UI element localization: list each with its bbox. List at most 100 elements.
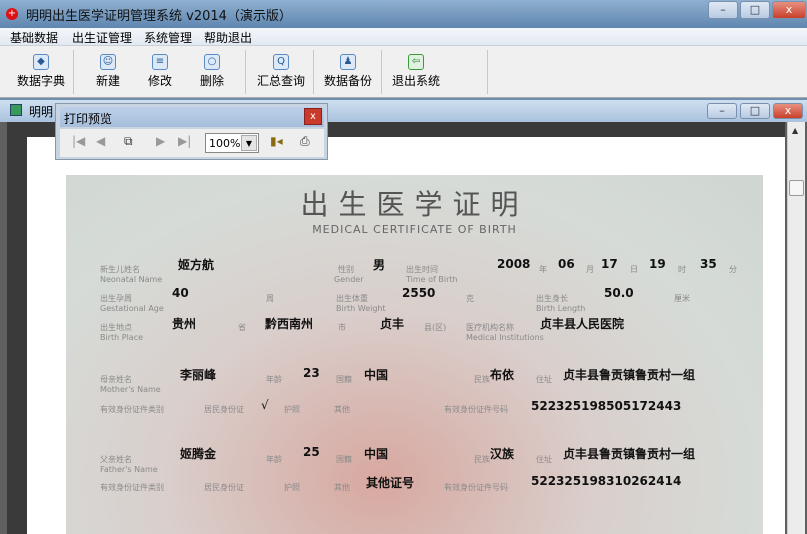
- summary-query-button[interactable]: Q 汇总查询: [255, 50, 307, 94]
- label: 住址: [536, 375, 552, 384]
- scroll-up-icon[interactable]: ▲: [792, 126, 798, 135]
- label: 分: [729, 265, 737, 274]
- birth-county: 贞丰: [380, 317, 405, 331]
- label: 年龄: [266, 375, 282, 384]
- last-page-icon[interactable]: ▶|: [178, 134, 191, 148]
- print-preview-header[interactable]: 打印预览 x: [60, 107, 324, 127]
- zoom-value: 100%: [209, 137, 241, 150]
- edit-list-icon: ≡: [152, 54, 168, 70]
- menu-certificate[interactable]: 出生证管理: [72, 29, 132, 46]
- label: 民族: [474, 375, 490, 384]
- menu-system[interactable]: 系统管理: [144, 29, 192, 46]
- label: 日: [630, 265, 638, 274]
- birth-hour: 19: [649, 257, 666, 271]
- label: 年龄: [266, 455, 282, 464]
- label: Medical Institutions: [466, 333, 544, 342]
- zoom-select[interactable]: 100% ▼: [205, 133, 259, 153]
- chevron-down-icon[interactable]: ▼: [241, 135, 257, 151]
- scroll-thumb[interactable]: [789, 180, 804, 196]
- exit-system-button[interactable]: ⇦ 退出系统: [390, 50, 442, 94]
- father-age: 25: [303, 445, 320, 459]
- label: Birth Weight: [336, 304, 386, 313]
- label: 护照: [284, 405, 300, 414]
- mother-ethnic: 布依: [490, 368, 515, 382]
- maximize-button[interactable]: □: [740, 1, 770, 19]
- label: Neonatal Name: [100, 275, 163, 284]
- print-preview-title: 打印预览: [64, 112, 113, 126]
- label: 市: [338, 323, 346, 332]
- label: 有效身份证件号码: [444, 405, 508, 414]
- label: 医疗机构名称: [466, 323, 514, 332]
- multi-page-icon[interactable]: ⧉: [124, 134, 133, 149]
- print-preview-controls: |◀ ◀ ⧉ ▶ ▶| 100% ▼ ▮◂ ⎙: [60, 129, 324, 157]
- first-page-icon[interactable]: |◀: [72, 134, 85, 148]
- previous-page-icon[interactable]: ◀: [96, 134, 105, 148]
- data-dictionary-button[interactable]: ◆ 数据字典: [14, 50, 68, 94]
- mother-age: 23: [303, 366, 320, 380]
- close-button[interactable]: x: [772, 1, 806, 19]
- label: 有效身份证件类别: [100, 405, 164, 414]
- label: Gender: [334, 275, 364, 284]
- edit-button[interactable]: ≡ 修改: [142, 50, 178, 94]
- label: 民族: [474, 455, 490, 464]
- delete-button[interactable]: ○ 删除: [194, 50, 230, 94]
- printer-icon[interactable]: ⎙: [300, 134, 310, 149]
- print-preview-close-button[interactable]: x: [304, 108, 322, 125]
- new-person-icon: ☺: [100, 54, 116, 70]
- certificate-fields: 新生儿姓名 Neonatal Name 性别 Gender 出生时间 Time …: [66, 175, 763, 534]
- next-page-icon[interactable]: ▶: [156, 134, 165, 148]
- child-maximize-button[interactable]: □: [740, 103, 770, 119]
- birth-year: 2008: [497, 257, 531, 271]
- medical-institution: 贞丰县人民医院: [540, 317, 625, 331]
- label: 出生时间: [406, 265, 438, 274]
- book-icon: ◆: [33, 54, 49, 70]
- label: 时: [678, 265, 686, 274]
- mother-name: 李丽峰: [180, 368, 217, 382]
- birth-minute: 35: [700, 257, 717, 271]
- label: 有效身份证件号码: [444, 483, 508, 492]
- label: 出生孕周: [100, 294, 132, 303]
- label: 出生身长: [536, 294, 568, 303]
- minimize-button[interactable]: –: [708, 1, 738, 19]
- label: 父亲姓名: [100, 455, 132, 464]
- label: 周: [266, 294, 274, 303]
- label: 国籍: [336, 455, 352, 464]
- label: 有效身份证件类别: [100, 483, 164, 492]
- label: 住址: [536, 455, 552, 464]
- red-cross-icon: +: [6, 8, 18, 20]
- mother-id-number: 522325198505172443: [531, 399, 682, 413]
- vertical-scrollbar[interactable]: ▲: [787, 122, 805, 534]
- exit-door-icon: ⇦: [408, 54, 424, 70]
- label: Birth Length: [536, 304, 586, 313]
- baby-gender: 男: [373, 258, 386, 272]
- mother-nationality: 中国: [364, 368, 389, 382]
- label: 出生体重: [336, 294, 368, 303]
- child-minimize-button[interactable]: –: [707, 103, 737, 119]
- gestational-weeks: 40: [172, 286, 189, 300]
- label: 护照: [284, 483, 300, 492]
- birth-weight: 2550: [402, 286, 436, 300]
- menu-bar: 基础数据 出生证管理 系统管理 帮助退出: [0, 28, 807, 46]
- new-button[interactable]: ☺ 新建: [90, 50, 126, 94]
- birth-province: 贵州: [172, 317, 197, 331]
- child-title: 明明: [29, 105, 54, 119]
- label: Father's Name: [100, 465, 158, 474]
- data-backup-button[interactable]: ♟ 数据备份: [322, 50, 374, 94]
- label: 出生地点: [100, 323, 132, 332]
- label: 县(区): [424, 323, 447, 332]
- label: 国籍: [336, 375, 352, 384]
- child-close-button[interactable]: x: [773, 103, 803, 119]
- birth-month: 06: [558, 257, 575, 271]
- label: 省: [238, 323, 246, 332]
- menu-basic-data[interactable]: 基础数据: [10, 29, 58, 46]
- birth-city: 黔西南州: [265, 317, 314, 331]
- menu-help-exit[interactable]: 帮助退出: [204, 29, 252, 46]
- backup-icon: ♟: [340, 54, 356, 70]
- search-icon: Q: [273, 54, 289, 70]
- label: Time of Birth: [406, 275, 458, 284]
- label: 克: [466, 294, 474, 303]
- father-other-id: 其他证号: [366, 476, 415, 490]
- mother-address: 贞丰县鲁贡镇鲁贡村一组: [563, 368, 696, 382]
- exit-preview-icon[interactable]: ▮◂: [270, 134, 283, 148]
- label: 性别: [338, 265, 354, 274]
